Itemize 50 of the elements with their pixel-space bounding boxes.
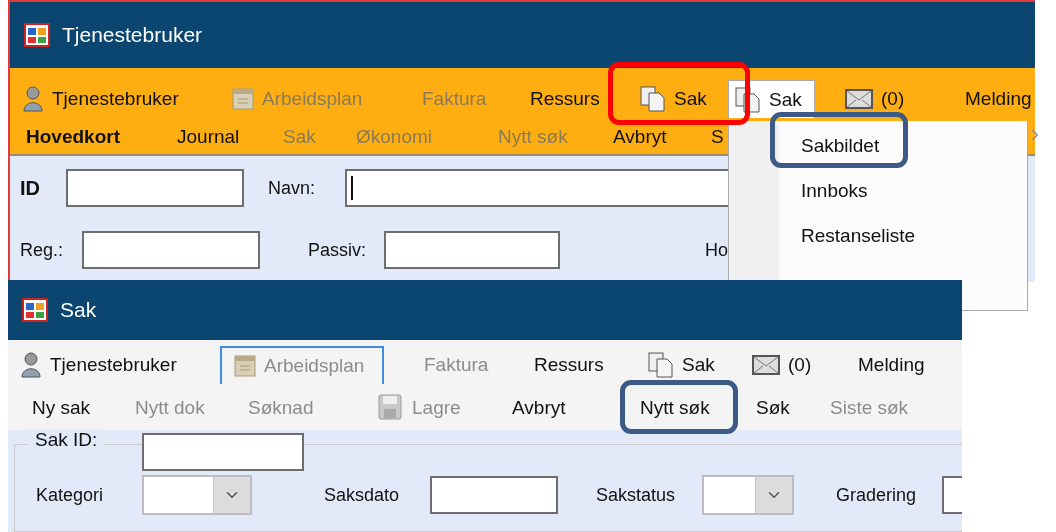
app-icon [22, 298, 48, 322]
nav-tab[interactable]: Sak [640, 85, 707, 113]
toolbar-link[interactable]: Journal [177, 126, 240, 146]
nav-tab[interactable]: Ressurs [534, 351, 604, 379]
input-field[interactable] [142, 433, 304, 471]
dropdown-field[interactable] [702, 475, 794, 515]
documents-icon [735, 86, 761, 113]
window-title: Tjenestebruker [62, 23, 203, 47]
toolbar-button[interactable]: Søk [756, 397, 790, 417]
menu-item[interactable]: Restanseliste [801, 224, 916, 247]
calendar-icon [232, 88, 254, 110]
toolbar-button[interactable]: Ny sak [32, 397, 91, 417]
field-label: Kategori [36, 484, 104, 506]
field-label: Sakstatus [596, 484, 676, 506]
nav-tab[interactable]: (0) [845, 85, 905, 113]
nav-tab[interactable]: Melding [965, 85, 1032, 113]
toolbar-button[interactable]: Nytt søk [640, 397, 710, 417]
nav-tab[interactable]: Melding [858, 351, 925, 379]
nav-tab[interactable]: Tjenestebruker [20, 351, 177, 379]
field-label: Reg.: [20, 239, 64, 261]
dropdown-field[interactable] [142, 475, 252, 515]
envelope-icon [752, 355, 780, 375]
input-field[interactable] [384, 231, 560, 269]
field-label: Gradering [836, 484, 917, 506]
toolbar-button[interactable]: Avbryt [512, 397, 566, 417]
field-label: Ho [705, 239, 728, 261]
toolbar-link[interactable]: S [711, 126, 724, 146]
toolbar-link[interactable]: Hovedkort [26, 126, 120, 146]
field-label: Navn: [268, 177, 316, 199]
field-label: ID [20, 176, 40, 200]
nav-tab[interactable]: (0) [752, 351, 812, 379]
menu-item[interactable]: Innboks [801, 179, 868, 202]
documents-icon [648, 352, 674, 378]
envelope-icon [845, 89, 873, 109]
nav-tab[interactable]: Sak [648, 351, 715, 379]
person-icon [22, 86, 44, 112]
nav-tab[interactable]: Tjenestebruker [22, 85, 179, 113]
toolbar-link[interactable]: Avbryt [613, 126, 667, 146]
input-field[interactable] [430, 476, 558, 514]
window-title: Sak [60, 298, 97, 322]
nav-tab[interactable]: Ressurs [530, 85, 600, 113]
input-field[interactable] [66, 169, 244, 207]
menu-item[interactable]: Sakbildet [801, 134, 880, 157]
input-field[interactable] [82, 231, 260, 269]
field-label: Saksdato [324, 484, 400, 506]
documents-icon [640, 86, 666, 112]
calendar-icon [234, 355, 256, 377]
person-icon [20, 352, 42, 378]
field-label: Passiv: [308, 239, 367, 261]
app-icon [24, 23, 50, 47]
